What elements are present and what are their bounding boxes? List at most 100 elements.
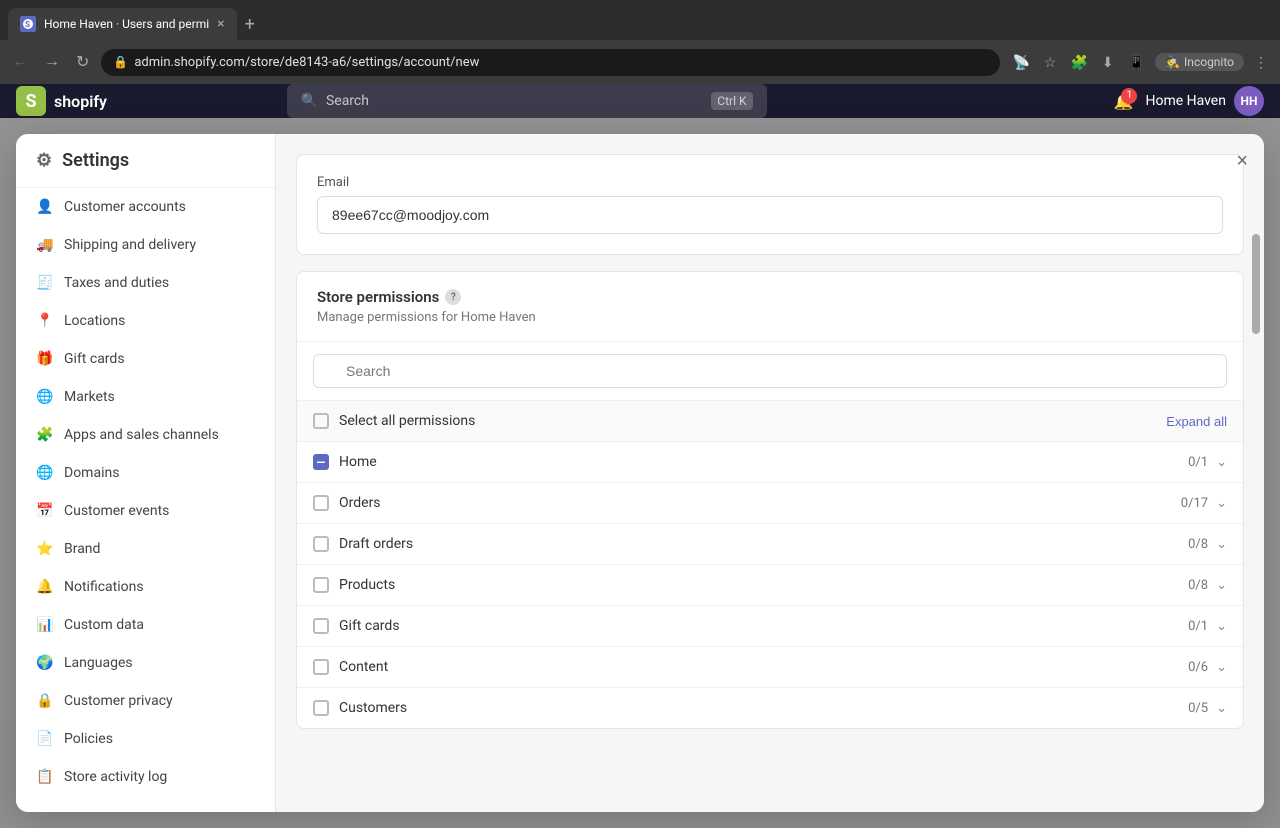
settings-title: Settings bbox=[62, 150, 129, 171]
forward-button[interactable]: → bbox=[40, 49, 64, 75]
data-icon: 📊 bbox=[36, 616, 54, 634]
chevron-down-icon-orders[interactable]: ⌄ bbox=[1216, 496, 1227, 511]
sidebar-label-store-activity: Store activity log bbox=[64, 769, 167, 785]
scrollbar-track[interactable] bbox=[1252, 174, 1260, 802]
sidebar-item-locations[interactable]: 📍 Locations bbox=[16, 302, 275, 340]
search-shortcut: Ctrl K bbox=[711, 92, 752, 110]
sidebar-item-notifications[interactable]: 🔔 Notifications bbox=[16, 568, 275, 606]
notification-button[interactable]: 🔔 1 bbox=[1114, 92, 1134, 111]
chevron-down-icon-products[interactable]: ⌄ bbox=[1216, 578, 1227, 593]
perm-item-left-home: Home bbox=[313, 454, 377, 470]
sidebar-label-policies: Policies bbox=[64, 731, 113, 747]
sidebar-label-custom-data: Custom data bbox=[64, 617, 144, 633]
close-tab-icon[interactable]: × bbox=[217, 16, 224, 32]
globe-icon: 🌐 bbox=[36, 388, 54, 406]
extension-icon[interactable]: 🧩 bbox=[1066, 50, 1091, 75]
select-all-checkbox[interactable] bbox=[313, 413, 329, 429]
sidebar-label-customer-privacy: Customer privacy bbox=[64, 693, 173, 709]
perm-count-draft-orders: 0/8 bbox=[1188, 537, 1208, 552]
customers-checkbox[interactable] bbox=[313, 700, 329, 716]
perm-item-right-gift-cards: 0/1 ⌄ bbox=[1188, 619, 1227, 634]
search-bar[interactable]: 🔍 Search Ctrl K bbox=[287, 84, 767, 118]
perm-name-content: Content bbox=[339, 659, 388, 675]
chevron-down-icon-gift-cards[interactable]: ⌄ bbox=[1216, 619, 1227, 634]
perm-count-content: 0/6 bbox=[1188, 660, 1208, 675]
sidebar-item-brand[interactable]: ⭐ Brand bbox=[16, 530, 275, 568]
orders-checkbox[interactable] bbox=[313, 495, 329, 511]
sidebar-label-notifications: Notifications bbox=[64, 579, 144, 595]
sidebar-item-shipping[interactable]: 🚚 Shipping and delivery bbox=[16, 226, 275, 264]
mobile-icon[interactable]: 📱 bbox=[1124, 50, 1149, 75]
active-tab[interactable]: S Home Haven · Users and permi × bbox=[8, 8, 237, 40]
download-icon[interactable]: ⬇ bbox=[1098, 50, 1118, 75]
expand-all-button[interactable]: Expand all bbox=[1166, 414, 1227, 429]
home-checkbox[interactable] bbox=[313, 454, 329, 470]
sidebar-item-policies[interactable]: 📄 Policies bbox=[16, 720, 275, 758]
perm-item-content: Content 0/6 ⌄ bbox=[297, 647, 1243, 688]
perm-item-left-draft-orders: Draft orders bbox=[313, 536, 413, 552]
close-settings-button[interactable]: × bbox=[1236, 150, 1248, 173]
content-checkbox[interactable] bbox=[313, 659, 329, 675]
sidebar-item-customer-events[interactable]: 📅 Customer events bbox=[16, 492, 275, 530]
draft-orders-checkbox[interactable] bbox=[313, 536, 329, 552]
topbar: S shopify 🔍 Search Ctrl K 🔔 1 Home Haven… bbox=[0, 84, 1280, 118]
info-icon[interactable]: ? bbox=[445, 289, 461, 305]
perm-item-left-gift-cards: Gift cards bbox=[313, 618, 400, 634]
gear-icon: ⚙ bbox=[36, 150, 52, 171]
perm-item-right-products: 0/8 ⌄ bbox=[1188, 578, 1227, 593]
perm-item-left-orders: Orders bbox=[313, 495, 381, 511]
permissions-header: Store permissions ? Manage permissions f… bbox=[297, 272, 1243, 342]
url-text: admin.shopify.com/store/de8143-a6/settin… bbox=[134, 55, 988, 70]
logo-icon: S bbox=[16, 86, 46, 116]
sidebar-item-apps[interactable]: 🧩 Apps and sales channels bbox=[16, 416, 275, 454]
sidebar-item-taxes[interactable]: 🧾 Taxes and duties bbox=[16, 264, 275, 302]
perm-item-left-content: Content bbox=[313, 659, 388, 675]
sidebar-item-custom-data[interactable]: 📊 Custom data bbox=[16, 606, 275, 644]
bookmark-icon[interactable]: ☆ bbox=[1040, 50, 1061, 75]
perm-name-customers: Customers bbox=[339, 700, 407, 716]
gift-cards-checkbox[interactable] bbox=[313, 618, 329, 634]
perm-count-gift-cards: 0/1 bbox=[1188, 619, 1208, 634]
sidebar-item-customer-privacy[interactable]: 🔒 Customer privacy bbox=[16, 682, 275, 720]
perm-item-right-orders: 0/17 ⌄ bbox=[1181, 496, 1227, 511]
chevron-down-icon-customers[interactable]: ⌄ bbox=[1216, 701, 1227, 716]
reload-button[interactable]: ↻ bbox=[72, 48, 93, 76]
sidebar-label-markets: Markets bbox=[64, 389, 115, 405]
back-button[interactable]: ← bbox=[8, 49, 32, 75]
incognito-icon: 🕵 bbox=[1165, 55, 1180, 69]
sidebar-item-gift-cards[interactable]: 🎁 Gift cards bbox=[16, 340, 275, 378]
scrollbar-thumb[interactable] bbox=[1252, 234, 1260, 334]
address-bar[interactable]: 🔒 admin.shopify.com/store/de8143-a6/sett… bbox=[101, 49, 1000, 76]
sidebar-item-markets[interactable]: 🌐 Markets bbox=[16, 378, 275, 416]
pin-icon: 📍 bbox=[36, 312, 54, 330]
chevron-down-icon-home[interactable]: ⌄ bbox=[1216, 455, 1227, 470]
sidebar-label-customer-accounts: Customer accounts bbox=[64, 199, 186, 215]
products-checkbox[interactable] bbox=[313, 577, 329, 593]
cast-icon[interactable]: 📡 bbox=[1008, 50, 1033, 75]
new-tab-button[interactable]: + bbox=[237, 14, 263, 35]
perm-name-home: Home bbox=[339, 454, 377, 470]
email-input[interactable] bbox=[317, 196, 1223, 234]
settings-header: ⚙ Settings bbox=[16, 134, 275, 188]
permissions-search-input[interactable] bbox=[313, 354, 1227, 388]
sidebar-label-brand: Brand bbox=[64, 541, 100, 557]
chevron-down-icon-content[interactable]: ⌄ bbox=[1216, 660, 1227, 675]
bell-icon: 🔔 bbox=[36, 578, 54, 596]
perm-name-gift-cards: Gift cards bbox=[339, 618, 400, 634]
select-all-label: Select all permissions bbox=[339, 413, 475, 429]
language-icon: 🌍 bbox=[36, 654, 54, 672]
store-button[interactable]: Home Haven HH bbox=[1145, 86, 1264, 116]
sidebar-item-customer-accounts[interactable]: 👤 Customer accounts bbox=[16, 188, 275, 226]
tab-title: Home Haven · Users and permi bbox=[44, 17, 209, 31]
sidebar-label-shipping: Shipping and delivery bbox=[64, 237, 196, 253]
logo-text: shopify bbox=[54, 92, 107, 111]
sidebar-item-domains[interactable]: 🌐 Domains bbox=[16, 454, 275, 492]
menu-icon[interactable]: ⋮ bbox=[1250, 50, 1272, 75]
sidebar-label-apps: Apps and sales channels bbox=[64, 427, 219, 443]
gift-icon: 🎁 bbox=[36, 350, 54, 368]
select-all-row: Select all permissions Expand all bbox=[297, 401, 1243, 442]
chevron-down-icon-draft-orders[interactable]: ⌄ bbox=[1216, 537, 1227, 552]
events-icon: 📅 bbox=[36, 502, 54, 520]
sidebar-item-store-activity[interactable]: 📋 Store activity log bbox=[16, 758, 275, 796]
sidebar-item-languages[interactable]: 🌍 Languages bbox=[16, 644, 275, 682]
